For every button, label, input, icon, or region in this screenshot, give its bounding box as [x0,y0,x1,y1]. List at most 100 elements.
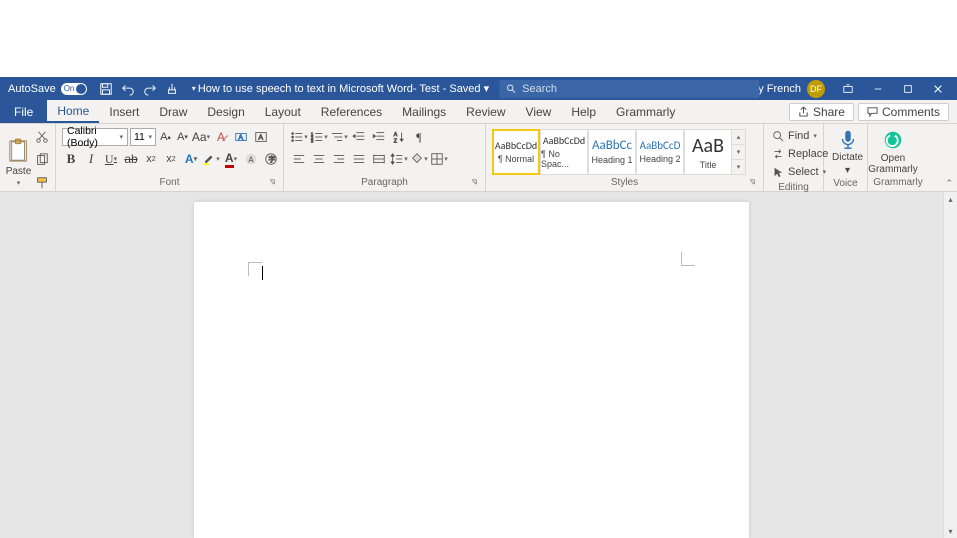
char-shading-icon[interactable]: A [242,150,260,168]
style-heading-1[interactable]: AaBbCcHeading 1 [588,129,636,175]
underline-icon[interactable]: U▾ [102,150,120,168]
text-effects-icon[interactable]: A▾ [182,150,200,168]
align-center-icon[interactable] [310,150,328,168]
tab-grammarly[interactable]: Grammarly [606,100,685,123]
paragraph-launcher-icon[interactable] [469,178,479,188]
page[interactable] [194,202,749,538]
select-button[interactable]: Select ▾ [772,164,828,180]
sort-icon[interactable]: AZ [390,128,408,146]
subscript-icon[interactable]: x2 [142,150,160,168]
increase-indent-icon[interactable] [370,128,388,146]
shrink-font-icon[interactable]: A▾ [175,128,190,146]
font-name-input[interactable]: Calibri (Body)▾ [62,128,128,146]
svg-text:A: A [258,135,263,142]
align-right-icon[interactable] [330,150,348,168]
italic-icon[interactable]: I [82,150,100,168]
ribbon-display-icon[interactable] [833,77,863,100]
distributed-icon[interactable] [370,150,388,168]
search-placeholder: Search [522,83,557,95]
tab-insert[interactable]: Insert [99,100,149,123]
ribbon-tabs: File Home Insert Draw Design Layout Refe… [0,100,957,124]
phonetic-guide-icon[interactable]: A [232,128,250,146]
bullets-icon[interactable]: ▾ [290,128,308,146]
tab-file[interactable]: File [0,100,47,123]
touch-mode-icon[interactable] [164,81,180,97]
vertical-scrollbar[interactable]: ▴ ▾ [943,192,957,538]
close-icon[interactable] [923,77,953,100]
superscript-icon[interactable]: x2 [162,150,180,168]
font-group-label: Font [159,177,179,188]
bold-icon[interactable]: B [62,150,80,168]
tab-design[interactable]: Design [197,100,254,123]
titlebar: AutoSave On ▾ How to use speech to text … [0,77,957,100]
redo-icon[interactable] [142,81,158,97]
minimize-icon[interactable] [863,77,893,100]
grow-font-icon[interactable]: A▴ [158,128,173,146]
paragraph-group-label: Paragraph [361,177,408,188]
style-title[interactable]: AaBTitle [684,129,732,175]
change-case-icon[interactable]: Aa▾ [192,128,210,146]
undo-icon[interactable] [120,81,136,97]
scroll-down-icon[interactable]: ▾ [944,524,957,538]
shading-icon[interactable]: ▾ [410,150,428,168]
tab-view[interactable]: View [516,100,562,123]
maximize-icon[interactable] [893,77,923,100]
tab-review[interactable]: Review [456,100,515,123]
show-marks-icon[interactable]: ¶ [410,128,428,146]
borders-icon[interactable]: ▾ [430,150,448,168]
collapse-ribbon-icon[interactable]: ⌃ [945,178,953,189]
open-grammarly-button[interactable]: Open Grammarly [872,126,914,177]
dictate-button[interactable]: Dictate▾ [828,126,867,178]
svg-text:Z: Z [394,138,398,144]
font-launcher-icon[interactable] [267,178,277,188]
line-spacing-icon[interactable]: ▾ [390,150,408,168]
styles-group-label: Styles [611,177,638,188]
replace-button[interactable]: Replace [772,146,828,162]
highlight-icon[interactable]: ▾ [202,150,220,168]
clear-format-icon[interactable]: A̷ [212,128,230,146]
document-title: How to use speech to text in Microsoft W… [198,82,489,95]
enclose-char-icon[interactable]: 字 [262,150,280,168]
avatar[interactable]: DF [807,80,825,98]
char-border-icon[interactable]: A [252,128,270,146]
copy-icon[interactable] [35,153,49,172]
svg-text:A: A [394,132,398,138]
font-color-icon[interactable]: A▾ [222,150,240,168]
styles-scroll[interactable]: ▴▾▾ [732,129,746,175]
save-icon[interactable] [98,81,114,97]
tab-references[interactable]: References [311,100,392,123]
style---normal[interactable]: AaBbCcDd¶ Normal [492,129,540,175]
svg-text:3: 3 [311,138,314,143]
paste-button[interactable]: Paste▾ [4,126,33,199]
tab-draw[interactable]: Draw [149,100,197,123]
justify-icon[interactable] [350,150,368,168]
svg-text:字: 字 [268,155,275,164]
strike-icon[interactable]: ab [122,150,140,168]
cut-icon[interactable] [35,130,49,149]
voice-group-label: Voice [833,178,857,189]
decrease-indent-icon[interactable] [350,128,368,146]
numbering-icon[interactable]: 123▾ [310,128,328,146]
share-button[interactable]: Share [789,103,854,121]
autosave-toggle[interactable]: On [61,83,87,95]
search-input[interactable]: Search [499,80,759,98]
browser-whitespace [0,0,957,77]
tab-mailings[interactable]: Mailings [392,100,456,123]
multilevel-list-icon[interactable]: ▾ [330,128,348,146]
scroll-up-icon[interactable]: ▴ [944,192,957,206]
align-left-icon[interactable] [290,150,308,168]
find-button[interactable]: Find ▾ [772,128,828,144]
font-size-input[interactable]: 11▾ [130,128,156,146]
text-cursor [262,266,263,280]
styles-launcher-icon[interactable] [747,178,757,188]
tab-help[interactable]: Help [561,100,606,123]
grammarly-group-label: Grammarly [873,177,922,188]
style---no-spac---[interactable]: AaBbCcDd¶ No Spac... [540,129,588,175]
svg-text:A: A [238,135,243,142]
margin-guide-tr [681,252,695,266]
styles-gallery[interactable]: AaBbCcDd¶ NormalAaBbCcDd¶ No Spac...AaBb… [490,126,759,177]
style-heading-2[interactable]: AaBbCcDHeading 2 [636,129,684,175]
tab-layout[interactable]: Layout [255,100,311,123]
comments-button[interactable]: Comments [858,103,949,121]
tab-home[interactable]: Home [47,100,99,123]
